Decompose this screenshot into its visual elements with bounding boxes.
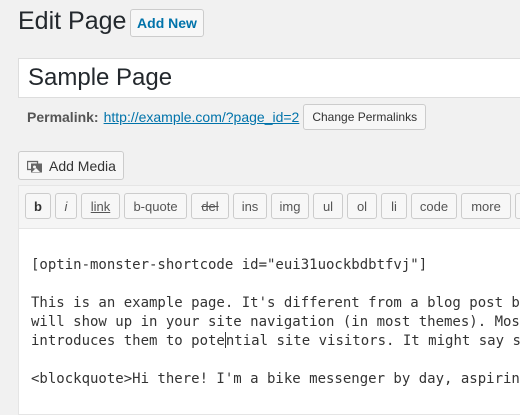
change-permalinks-button[interactable]: Change Permalinks — [303, 104, 427, 130]
permalink-row: Permalink: http://example.com/?page_id=2… — [27, 104, 427, 130]
shortcode-line: [optin-monster-shortcode id="eui31uockbd… — [31, 257, 428, 273]
del-button[interactable]: del — [191, 193, 229, 219]
add-new-button[interactable]: Add New — [130, 9, 204, 37]
paragraph-line-3-end: ntial site visitors. It might say som — [225, 333, 520, 349]
media-icon — [27, 160, 42, 172]
title-input[interactable]: Sample Page — [18, 58, 520, 98]
more-button[interactable]: more — [461, 193, 511, 219]
ol-button[interactable]: ol — [347, 193, 377, 219]
add-media-button[interactable]: Add Media — [18, 151, 124, 180]
permalink-label: Permalink: — [27, 109, 99, 125]
editor-frame: b i link b-quote del ins img ul ol li co… — [18, 185, 520, 415]
li-button[interactable]: li — [381, 193, 407, 219]
paragraph-text: This is an example page. It's different … — [31, 294, 520, 351]
toolbar-overflow-button[interactable] — [515, 193, 520, 219]
blockquote-line: <blockquote>Hi there! I'm a bike messeng… — [31, 371, 520, 387]
ins-button[interactable]: ins — [233, 193, 267, 219]
quicktags-toolbar: b i link b-quote del ins img ul ol li co… — [19, 186, 520, 229]
paragraph-line-3-start: introduces them to pote — [31, 333, 225, 349]
permalink-url-link[interactable]: http://example.com/?page_id=2 — [104, 109, 300, 125]
code-button[interactable]: code — [411, 193, 457, 219]
editor-textarea[interactable]: [optin-monster-shortcode id="eui31uockbd… — [31, 256, 520, 408]
paragraph-line-2: will show up in your site navigation (in… — [31, 314, 520, 330]
paragraph-line-1: This is an example page. It's different … — [31, 295, 520, 311]
link-button[interactable]: link — [81, 193, 120, 219]
ul-button[interactable]: ul — [313, 193, 343, 219]
title-input-value: Sample Page — [28, 64, 173, 91]
page-title: Edit Page — [18, 7, 127, 35]
bold-button[interactable]: b — [25, 193, 51, 219]
blockquote-button[interactable]: b-quote — [124, 193, 187, 219]
italic-button[interactable]: i — [55, 193, 77, 219]
img-button[interactable]: img — [271, 193, 309, 219]
add-media-label: Add Media — [49, 157, 116, 174]
